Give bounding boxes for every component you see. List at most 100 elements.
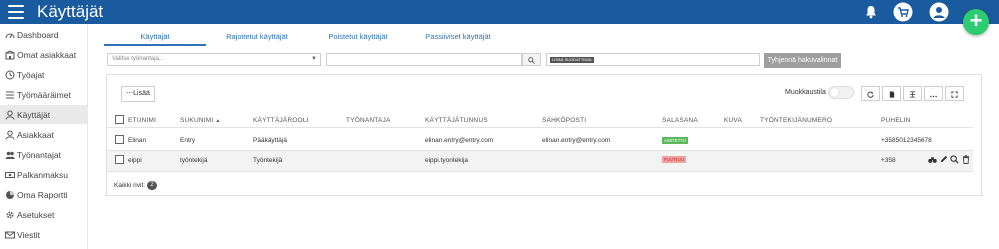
sidebar-item-asiakkaat[interactable]: Asiakkaat xyxy=(0,125,88,144)
row-divider xyxy=(107,171,973,172)
edit-mode-label: Muokkaustila xyxy=(785,89,826,96)
top-app-bar: Käyttäjät xyxy=(0,0,999,24)
user-account-icon[interactable] xyxy=(928,1,950,23)
password-status-badge: PUUTTUU xyxy=(662,156,687,163)
column-header-salasana[interactable]: SALASANA xyxy=(662,117,698,124)
column-header-kayttajarooli[interactable]: KÄYTTÄJÄROOLI xyxy=(253,117,309,124)
sidebar: Dashboard Omat asiakkaat Työajat Työmäär… xyxy=(0,24,88,249)
search-button[interactable] xyxy=(522,53,541,66)
clear-filters-button[interactable]: Tyhjennä hakuvalinnat xyxy=(764,53,841,68)
sidebar-item-label: Työajat xyxy=(17,69,45,80)
expand-icon xyxy=(951,85,958,103)
sidebar-item-palkanmaksu[interactable]: Palkanmaksu xyxy=(0,165,88,184)
hamburger-menu-icon[interactable] xyxy=(8,5,24,19)
delete-trash-icon[interactable] xyxy=(961,155,970,164)
gear-icon xyxy=(4,209,15,220)
refresh-button[interactable] xyxy=(861,86,880,101)
total-rows-count: 2 xyxy=(147,181,157,190)
edit-mode-toggle[interactable] xyxy=(828,86,854,99)
column-header-puhelin[interactable]: PUHELIN xyxy=(881,117,911,124)
bell-icon[interactable] xyxy=(862,2,880,22)
cell-puhelin: +3585012345678 xyxy=(881,137,932,144)
add-user-button[interactable]: ⋯Lisää xyxy=(121,86,155,102)
cell-sukunimi: Entry xyxy=(180,137,196,144)
sidebar-item-label: Palkanmaksu xyxy=(17,169,69,180)
select-all-checkbox[interactable] xyxy=(115,115,124,124)
building-icon xyxy=(4,49,15,60)
checklist-icon xyxy=(4,89,15,100)
users-icon xyxy=(4,149,15,160)
filter-tag-field[interactable]: LISÄÄ SUODATTIMIA xyxy=(546,53,760,66)
chevron-down-icon: ▼ xyxy=(311,56,317,62)
tab-rajoitetut-kayttajat[interactable]: Rajoitetut käyttäjät xyxy=(206,28,308,46)
cell-kayttajarooli: Pääkäyttäjä xyxy=(253,137,287,144)
view-magnifier-icon[interactable] xyxy=(950,155,959,164)
column-header-tyontekijanumero[interactable]: TYÖNTEKIJÄNUMERO xyxy=(760,117,832,124)
sidebar-item-label: Oma Raportti xyxy=(17,189,68,200)
page-title: Käyttäjät xyxy=(37,2,104,21)
sidebar-item-omat-asiakkaat[interactable]: Omat asiakkaat xyxy=(0,45,88,64)
sidebar-item-label: Työmääräimet xyxy=(17,89,71,100)
tab-poistetut-kayttajat[interactable]: Poistetut käyttäjät xyxy=(308,28,408,46)
sidebar-item-label: Viestit xyxy=(17,229,40,240)
search-input[interactable] xyxy=(326,53,522,66)
header-divider xyxy=(107,127,973,128)
column-header-sukunimi[interactable]: SUKUNIMI ▲ xyxy=(180,117,221,124)
columns-icon xyxy=(909,85,916,103)
cell-kayttajarooli: Työntekijä xyxy=(253,157,283,164)
sidebar-item-tyomaaraimet[interactable]: Työmääräimet xyxy=(0,85,88,104)
sidebar-item-label: Omat asiakkaat xyxy=(17,49,77,60)
edit-pencil-icon[interactable] xyxy=(939,155,948,164)
column-header-sahkoposti[interactable]: SÄHKÖPOSTI xyxy=(542,117,586,124)
sidebar-item-label: Asetukset xyxy=(17,209,55,220)
ellipsis-icon xyxy=(930,85,937,103)
more-options-button[interactable] xyxy=(924,86,943,101)
sort-ascending-icon: ▲ xyxy=(215,118,221,124)
cart-icon[interactable] xyxy=(892,1,914,23)
column-header-kuva[interactable]: KUVA xyxy=(724,117,742,124)
refresh-icon xyxy=(867,85,874,103)
filter-tag-chip[interactable]: LISÄÄ SUODATTIMIA xyxy=(550,57,594,63)
add-user-label: Lisää xyxy=(133,90,150,97)
sidebar-item-asetukset[interactable]: Asetukset xyxy=(0,205,88,224)
tab-passiiviset-kayttajat[interactable]: Passiiviset käyttäjät xyxy=(408,28,508,46)
fullscreen-button[interactable] xyxy=(945,86,964,101)
sidebar-item-label: Käyttäjät xyxy=(17,109,51,120)
binoculars-icon[interactable] xyxy=(928,155,937,164)
sidebar-item-tyoajat[interactable]: Työajat xyxy=(0,65,88,84)
dashboard-icon xyxy=(4,29,15,40)
row-checkbox[interactable] xyxy=(115,155,124,164)
tab-kayttajat[interactable]: Käyttäjät xyxy=(104,28,206,46)
sidebar-item-oma-raportti[interactable]: Oma Raportti xyxy=(0,185,88,204)
column-header-tyonantaja[interactable]: TYÖNANTAJA xyxy=(346,117,391,124)
sidebar-item-viestit[interactable]: Viestit xyxy=(0,225,88,244)
sidebar-item-label: Dashboard xyxy=(17,29,59,40)
mail-icon xyxy=(4,229,15,240)
sidebar-item-label: Asiakkaat xyxy=(17,129,54,140)
cell-kayttajatunnus: eippi.tyontekija xyxy=(425,157,468,164)
sidebar-item-dashboard[interactable]: Dashboard xyxy=(0,25,88,44)
total-rows-label: Kaikki rivit: xyxy=(114,182,146,189)
clock-icon xyxy=(4,69,15,80)
sidebar-item-label: Työnantajat xyxy=(17,149,61,160)
column-header-etunimi[interactable]: ETUNIMI xyxy=(128,117,156,124)
password-status-badge: ASETETTU xyxy=(662,137,688,144)
file-icon xyxy=(889,85,895,103)
money-icon xyxy=(4,169,15,180)
sidebar-item-kayttajat[interactable]: Käyttäjät xyxy=(0,105,88,124)
cell-sahkoposti: elinan.entry@entry.com xyxy=(542,137,611,144)
column-header-kayttajatunnus[interactable]: KÄYTTÄJÄTUNNUS xyxy=(425,117,488,124)
columns-button[interactable] xyxy=(903,86,922,101)
cell-etunimi: Elinan xyxy=(128,137,147,144)
pie-chart-icon xyxy=(4,189,15,200)
user-icon xyxy=(4,109,15,120)
sidebar-item-tyonantajat[interactable]: Työnantajat xyxy=(0,145,88,164)
column-header-label: SUKUNIMI xyxy=(180,117,214,124)
cell-etunimi: eippi xyxy=(128,157,142,164)
export-button[interactable] xyxy=(882,86,901,101)
cell-sukunimi: työntekijä xyxy=(180,157,208,164)
user-outline-icon xyxy=(4,129,15,140)
row-checkbox[interactable] xyxy=(115,135,124,144)
toggle-knob xyxy=(830,88,839,97)
employer-select[interactable]: Valitse työnantaja... ▼ xyxy=(107,53,321,66)
